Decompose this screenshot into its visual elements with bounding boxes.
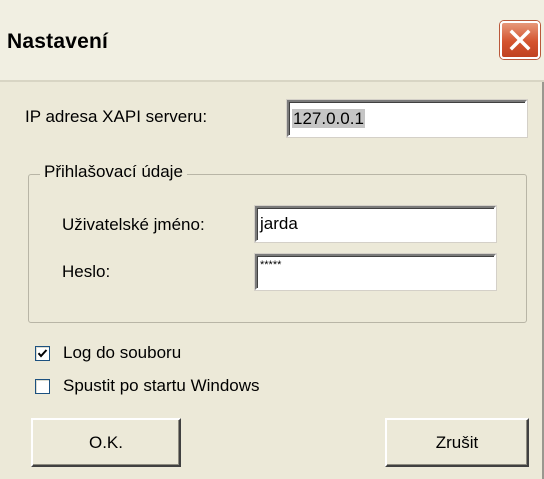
ok-button[interactable]: O.K. bbox=[31, 418, 181, 467]
dialog-title: Nastavení bbox=[7, 30, 109, 53]
start-with-windows-checkbox[interactable] bbox=[35, 379, 50, 394]
settings-dialog: Nastavení IP adresa XAPI serveru: 127.0.… bbox=[0, 0, 544, 479]
cancel-button[interactable]: Zrušit bbox=[385, 418, 529, 467]
close-button[interactable] bbox=[500, 21, 540, 59]
username-input[interactable]: jarda bbox=[255, 206, 496, 242]
title-divider bbox=[0, 80, 544, 82]
username-value: jarda bbox=[260, 214, 298, 233]
password-label: Heslo: bbox=[62, 262, 111, 281]
password-value: ***** bbox=[260, 259, 282, 271]
log-to-file-checkbox[interactable] bbox=[35, 346, 50, 361]
password-input[interactable]: ***** bbox=[255, 254, 496, 290]
close-icon bbox=[509, 29, 531, 51]
check-icon bbox=[37, 349, 48, 358]
start-with-windows-label: Spustit po startu Windows bbox=[63, 376, 260, 395]
ip-address-value: 127.0.0.1 bbox=[292, 109, 365, 128]
log-to-file-label: Log do souboru bbox=[63, 343, 182, 362]
username-label: Uživatelské jméno: bbox=[62, 215, 205, 234]
title-bar: Nastavení bbox=[0, 0, 544, 82]
credentials-group bbox=[28, 174, 527, 323]
ip-address-input[interactable]: 127.0.0.1 bbox=[287, 100, 527, 137]
ip-address-label: IP adresa XAPI serveru: bbox=[25, 107, 208, 126]
credentials-group-label: Přihlašovací údaje bbox=[40, 162, 187, 182]
